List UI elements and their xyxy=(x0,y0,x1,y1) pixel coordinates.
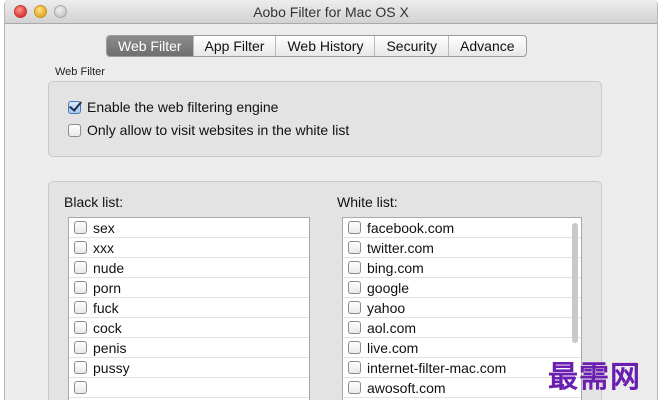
black-list-item-text: porn xyxy=(93,279,122,296)
app-window: Aobo Filter for Mac OS X Web Filter App … xyxy=(4,0,658,400)
black-list-item-text: xxx xyxy=(93,239,114,256)
white-list-item-text: bing.com xyxy=(367,259,424,276)
enable-filtering-label: Enable the web filtering engine xyxy=(87,99,279,115)
black-list-item-text: penis xyxy=(93,339,127,356)
tab-advance[interactable]: Advance xyxy=(449,36,525,56)
white-list-item-row[interactable]: aol.com xyxy=(343,318,581,338)
white-list-item-row[interactable]: live.com xyxy=(343,338,581,358)
black-list-item-checkbox-icon[interactable] xyxy=(74,321,87,334)
black-list-item-row[interactable]: pussy xyxy=(69,358,309,378)
title-bar: Aobo Filter for Mac OS X xyxy=(5,0,657,24)
tab-web-filter[interactable]: Web Filter xyxy=(107,36,194,56)
web-filter-section-label: Web Filter xyxy=(55,66,105,78)
white-list-item-row[interactable]: awosoft.com xyxy=(343,378,581,398)
black-list-label: Black list: xyxy=(64,194,124,210)
black-list-item-row[interactable]: xxx xyxy=(69,238,309,258)
enable-filtering-checkbox-icon[interactable] xyxy=(68,100,81,114)
black-list-item-row[interactable]: penis xyxy=(69,338,309,358)
black-list-item-checkbox-icon[interactable] xyxy=(74,381,87,394)
window-title: Aobo Filter for Mac OS X xyxy=(253,4,409,20)
white-list-item-checkbox-icon[interactable] xyxy=(348,361,361,374)
black-list-item-checkbox-icon[interactable] xyxy=(74,221,87,234)
black-list-item-text: nude xyxy=(93,259,125,276)
white-list-item-text: twitter.com xyxy=(367,239,434,256)
white-list-item-checkbox-icon[interactable] xyxy=(348,261,361,274)
tab-bar: Web Filter App Filter Web History Securi… xyxy=(106,35,527,57)
white-list-label: White list: xyxy=(337,194,398,210)
white-list-item-checkbox-icon[interactable] xyxy=(348,381,361,394)
white-list-item-text: live.com xyxy=(367,339,419,356)
black-list-item-row[interactable]: sex xyxy=(69,218,309,238)
black-list-item-text: sex xyxy=(93,219,115,236)
white-list-item-checkbox-icon[interactable] xyxy=(348,301,361,314)
white-list-item-text: yahoo xyxy=(367,299,406,316)
white-list[interactable]: facebook.com twitter.com bing.com google yah… xyxy=(342,217,582,400)
black-list-item-row[interactable]: cock xyxy=(69,318,309,338)
black-list-item-checkbox-icon[interactable] xyxy=(74,301,87,314)
black-list-item-text: pussy xyxy=(93,359,130,376)
black-list-item-checkbox-icon[interactable] xyxy=(74,241,87,254)
white-list-item-row[interactable]: bing.com xyxy=(343,258,581,278)
black-list-item-row[interactable] xyxy=(69,378,309,398)
white-list-item-row[interactable]: facebook.com xyxy=(343,218,581,238)
enable-filtering-checkbox-row[interactable]: Enable the web filtering engine xyxy=(68,98,278,116)
white-list-item-checkbox-icon[interactable] xyxy=(348,241,361,254)
tab-app-filter[interactable]: App Filter xyxy=(194,36,277,56)
white-list-item-checkbox-icon[interactable] xyxy=(348,341,361,354)
black-list-item-checkbox-icon[interactable] xyxy=(74,361,87,374)
white-list-item-text: internet-filter-mac.com xyxy=(367,359,507,376)
whitelist-only-checkbox-icon[interactable] xyxy=(68,123,81,137)
black-list-item-row[interactable]: porn xyxy=(69,278,309,298)
black-list-item-text: cock xyxy=(93,319,122,336)
black-list-item-row[interactable]: nude xyxy=(69,258,309,278)
tab-web-history[interactable]: Web History xyxy=(276,36,376,56)
white-list-item-row[interactable]: twitter.com xyxy=(343,238,581,258)
black-list-item-checkbox-icon[interactable] xyxy=(74,281,87,294)
white-list-item-checkbox-icon[interactable] xyxy=(348,281,361,294)
white-list-item-row[interactable]: internet-filter-mac.com xyxy=(343,358,581,378)
white-list-scrollbar[interactable] xyxy=(572,223,578,343)
white-list-item-text: aol.com xyxy=(367,319,417,336)
web-filter-group xyxy=(48,81,602,157)
white-list-item-text: google xyxy=(367,279,410,296)
white-list-item-checkbox-icon[interactable] xyxy=(348,221,361,234)
whitelist-only-label: Only allow to visit websites in the whit… xyxy=(87,122,350,138)
white-list-item-row[interactable]: google xyxy=(343,278,581,298)
black-list-item-checkbox-icon[interactable] xyxy=(74,261,87,274)
black-list-item-checkbox-icon[interactable] xyxy=(74,341,87,354)
tab-security[interactable]: Security xyxy=(375,36,450,56)
black-list-item-text: fuck xyxy=(93,299,119,316)
whitelist-only-checkbox-row[interactable]: Only allow to visit websites in the whit… xyxy=(68,121,349,139)
black-list[interactable]: sex xxx nude porn fuck cock penis pussy xyxy=(68,217,310,400)
white-list-item-checkbox-icon[interactable] xyxy=(348,321,361,334)
white-list-item-text: awosoft.com xyxy=(367,379,446,396)
white-list-item-text: facebook.com xyxy=(367,219,455,236)
black-list-item-row[interactable]: fuck xyxy=(69,298,309,318)
white-list-item-row[interactable]: yahoo xyxy=(343,298,581,318)
watermark-logo: 最需网 xyxy=(548,360,641,395)
